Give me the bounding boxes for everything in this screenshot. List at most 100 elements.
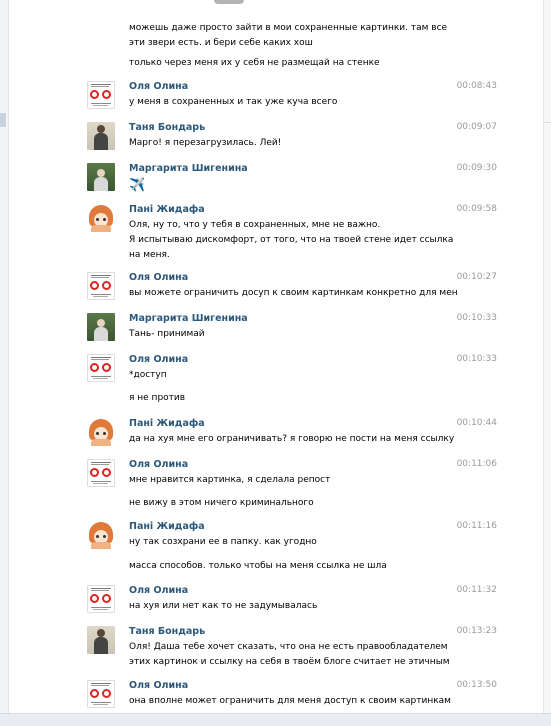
- avatar[interactable]: [87, 626, 115, 654]
- message-time[interactable]: 00:09:07: [457, 122, 497, 132]
- message-text: Оля! Даша тебе хочет сказать, что она не…: [129, 642, 448, 652]
- avatar-shape: [94, 133, 108, 150]
- avatar-shape: [94, 177, 108, 191]
- avatar-shape: [102, 594, 111, 603]
- message-text: не вижу в этом ничего криминального: [129, 498, 314, 508]
- avatar[interactable]: [87, 680, 115, 708]
- avatar-shape: [96, 535, 99, 538]
- message-text: я не против: [129, 393, 186, 403]
- author-name[interactable]: Таня Бондарь: [129, 626, 205, 637]
- message-text: на хуя или нет как то не задумывалась: [129, 601, 318, 611]
- message-time[interactable]: 00:10:33: [457, 354, 497, 364]
- message-time[interactable]: 00:10:27: [457, 272, 497, 282]
- avatar[interactable]: [87, 81, 115, 109]
- avatar-shape: [91, 590, 109, 591]
- avatar-shape: [103, 218, 106, 221]
- avatar-shape: [94, 637, 108, 654]
- avatar-shape: [97, 319, 105, 327]
- avatar-shape: [90, 594, 99, 603]
- scrollbar[interactable]: [543, 0, 551, 725]
- avatar-shape: [103, 535, 106, 538]
- avatar[interactable]: [87, 521, 115, 549]
- avatar-shape: [91, 84, 111, 85]
- avatar-shape: [93, 105, 108, 106]
- avatar-shape: [91, 86, 109, 87]
- author-name[interactable]: Оля Олина: [129, 680, 188, 691]
- message-time[interactable]: 00:11:16: [457, 521, 497, 531]
- message-text: мне нравится картинка, я сделала репост: [129, 475, 331, 485]
- avatar-shape: [93, 378, 108, 379]
- avatar-shape: [90, 281, 99, 290]
- author-name[interactable]: Оля Олина: [129, 459, 188, 470]
- avatar-shape: [103, 432, 106, 435]
- author-name[interactable]: Таня Бондарь: [129, 122, 205, 133]
- avatar-shape: [91, 542, 111, 549]
- avatar-shape: [91, 683, 111, 684]
- message-text: Я испытываю дискомфорт, от того, что на …: [129, 235, 454, 245]
- avatar-shape: [91, 376, 111, 377]
- avatar-shape: [91, 275, 111, 276]
- message-time[interactable]: 00:11:32: [457, 585, 497, 595]
- message-time[interactable]: 00:13:23: [457, 626, 497, 636]
- airplane-emoji: ✈️: [129, 178, 146, 193]
- message-time[interactable]: 00:09:30: [457, 163, 497, 173]
- avatar-shape: [93, 483, 108, 484]
- message-history: можешь даже просто зайти в мои сохраненн…: [0, 0, 543, 713]
- avatar[interactable]: [87, 585, 115, 613]
- avatar-shape: [90, 90, 99, 99]
- author-name[interactable]: Пані Жидафа: [129, 204, 205, 215]
- avatar-shape: [102, 363, 111, 372]
- avatar-shape: [97, 125, 105, 133]
- avatar-shape: [90, 468, 99, 477]
- avatar[interactable]: [87, 272, 115, 300]
- message-time[interactable]: 00:10:33: [457, 313, 497, 323]
- avatar[interactable]: [87, 122, 115, 150]
- avatar-shape: [91, 464, 109, 465]
- avatar[interactable]: [87, 354, 115, 382]
- avatar[interactable]: [87, 204, 115, 232]
- author-name[interactable]: Пані Жидафа: [129, 521, 205, 532]
- avatar-shape: [102, 90, 111, 99]
- message-text: этих картинок и ссылку на себя в твоём б…: [129, 657, 450, 667]
- avatar-shape: [91, 588, 111, 589]
- avatar[interactable]: [87, 163, 115, 191]
- avatar-shape: [93, 704, 108, 705]
- author-name[interactable]: Оля Олина: [129, 272, 188, 283]
- message-text: можешь даже просто зайти в мои сохраненн…: [129, 23, 448, 33]
- avatar[interactable]: [87, 459, 115, 487]
- scrollbar-divider: [544, 122, 551, 123]
- message-text: Тань- принимай: [129, 329, 205, 339]
- avatar-shape: [91, 439, 111, 446]
- avatar-shape: [102, 689, 111, 698]
- avatar[interactable]: [87, 418, 115, 446]
- avatar-shape: [97, 629, 105, 637]
- avatar-shape: [91, 462, 111, 463]
- message-time[interactable]: 00:10:44: [457, 418, 497, 428]
- avatar[interactable]: [87, 313, 115, 341]
- message-text: у меня в сохраненных и так уже куча всег…: [129, 97, 338, 107]
- avatar-shape: [90, 363, 99, 372]
- message-text: ну так созхрани ее в папку. как угодно: [129, 537, 317, 547]
- author-name[interactable]: Маргарита Шигенина: [129, 163, 248, 174]
- message-text: Оля, ну то, что у тебя в сохраненных, мн…: [129, 220, 381, 230]
- avatar-shape: [96, 432, 99, 435]
- author-name[interactable]: Оля Олина: [129, 81, 188, 92]
- author-name[interactable]: Оля Олина: [129, 354, 188, 365]
- avatar-shape: [93, 609, 108, 610]
- author-name[interactable]: Маргарита Шигенина: [129, 313, 248, 324]
- message-text: Марго! я перезагрузилась. Лей!: [129, 138, 282, 148]
- message-time[interactable]: 00:13:50: [457, 680, 497, 690]
- message-time[interactable]: 00:11:06: [457, 459, 497, 469]
- avatar-shape: [102, 281, 111, 290]
- author-name[interactable]: Оля Олина: [129, 585, 188, 596]
- author-name[interactable]: Пані Жидафа: [129, 418, 205, 429]
- avatar-shape: [91, 685, 109, 686]
- avatar-shape: [91, 103, 111, 104]
- message-time[interactable]: 00:09:58: [457, 204, 497, 214]
- message-text: на меня.: [129, 250, 170, 260]
- message-text: масса способов. только чтобы на меня ссы…: [129, 561, 387, 571]
- bottom-bar: [0, 713, 551, 726]
- message-time[interactable]: 00:08:43: [457, 81, 497, 91]
- avatar-shape: [96, 218, 99, 221]
- avatar-shape: [102, 468, 111, 477]
